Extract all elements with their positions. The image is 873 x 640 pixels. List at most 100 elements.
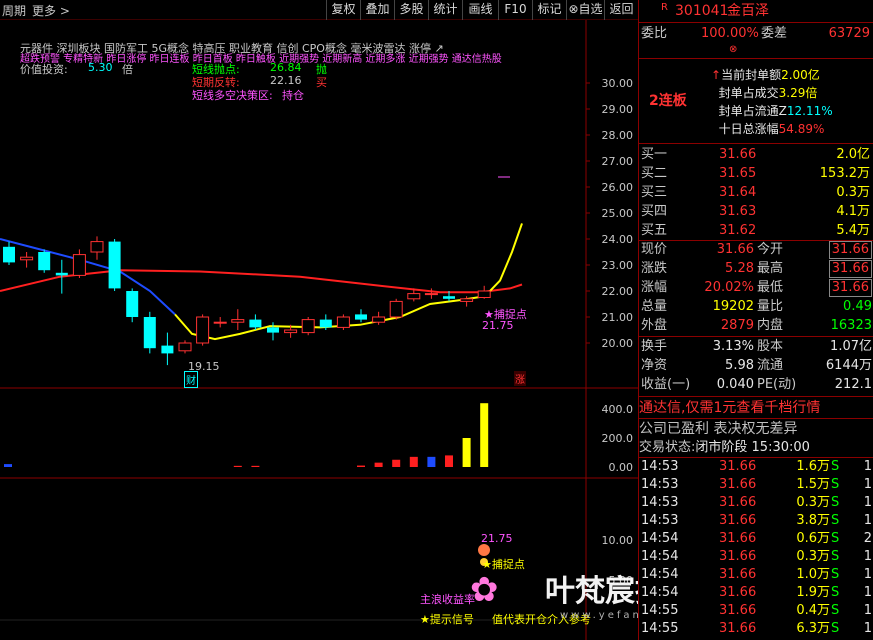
kline-svg: 30.00 29.00 28.00 27.00 26.00 25.00 24.00 23.00… <box>0 20 638 640</box>
tick-row[interactable]: 14:53 31.66 1.6万 S 1 <box>639 458 873 476</box>
candle-body <box>301 319 315 334</box>
tick-price: 31.66 <box>719 567 757 582</box>
board-info-row: 封单占成交3.29倍 <box>711 84 833 102</box>
fuquan-button[interactable]: 复权 <box>326 0 360 20</box>
fund-value: 212.1 <box>834 377 872 392</box>
buy-price: 31.66 <box>719 147 757 162</box>
buy-row[interactable]: 买三 31.64 0.3万 <box>639 184 873 202</box>
candle-body <box>477 290 491 298</box>
tick-side: S <box>831 477 840 492</box>
board-info-value: 3.29倍 <box>778 86 818 100</box>
r-marker: R <box>661 2 668 13</box>
multi-stock-button[interactable]: 多股 <box>394 0 428 20</box>
ad-link[interactable]: 通达信,仅需1元查看千档行情 <box>639 399 873 417</box>
volume-bar <box>374 462 383 467</box>
quote-label: 外盘 <box>641 318 668 333</box>
stock-header[interactable]: R 301041 金百泽 <box>639 2 873 20</box>
quote-row: 涨跌 5.28 最高 31.66 <box>639 260 873 278</box>
volume-bar <box>409 456 418 467</box>
buy-row[interactable]: 买四 31.63 4.1万 <box>639 203 873 221</box>
tick-volume: 1.6万 <box>796 459 830 474</box>
volume-tick-label: 0.00 <box>609 461 634 474</box>
volume-tick-label: 400.0 <box>602 403 634 416</box>
buy-row[interactable]: 买五 31.62 5.4万 <box>639 222 873 240</box>
add-watchlist-button[interactable]: ⊗自选 <box>566 0 604 20</box>
fund-row: 换手 3.13% 股本 1.07亿 <box>639 338 873 356</box>
value-invest-unit: 倍 <box>122 63 133 76</box>
board-info-value: 12.11% <box>786 104 833 118</box>
ind-signal-dot <box>478 544 490 556</box>
tick-row[interactable]: 14:55 31.66 0.4万 S 1 <box>639 602 873 620</box>
fund-value: 1.07亿 <box>830 339 872 354</box>
cai-badge[interactable]: 财 <box>184 371 198 388</box>
axis-ticks: 30.00 29.00 28.00 27.00 26.00 25.00 24.00 23.00… <box>586 77 633 587</box>
board-info: ↑当前封单额2.00亿 封单占成交3.29倍 封单占流通Z12.11% 十日总涨… <box>711 66 833 138</box>
board-info-row: ↑当前封单额2.00亿 <box>711 66 833 84</box>
tick-row[interactable]: 14:53 31.66 1.5万 S 1 <box>639 476 873 494</box>
quote-row: 现价 31.66 今开 31.66 <box>639 241 873 259</box>
more-menu[interactable]: 更多 > <box>32 2 70 19</box>
tick-row[interactable]: 14:55 31.66 6.3万 S 1 <box>639 620 873 638</box>
back-button[interactable]: 返回 <box>604 0 638 20</box>
tick-row[interactable]: 14:54 31.66 0.6万 S 2 <box>639 530 873 548</box>
price-tick-label: 23.00 <box>602 259 634 272</box>
tick-count: 1 <box>863 459 872 474</box>
tick-volume: 1.9万 <box>796 585 830 600</box>
tick-volume: 0.3万 <box>796 549 830 564</box>
candle-body <box>38 252 51 271</box>
tick-row[interactable]: 14:54 31.66 1.9万 S 1 <box>639 584 873 602</box>
price-tick-label: 30.00 <box>602 77 634 90</box>
tick-price: 31.66 <box>719 459 757 474</box>
fund-value: 3.13% <box>712 339 754 354</box>
mark-button[interactable]: 标记 <box>532 0 566 20</box>
tick-price: 31.66 <box>719 585 757 600</box>
buy-label: 买三 <box>641 185 668 200</box>
period-menu[interactable]: 周期 <box>2 2 26 19</box>
buy-row[interactable]: 买一 31.66 2.0亿 <box>639 146 873 164</box>
board-info-label: 当前封单额 <box>721 68 782 82</box>
short-buy-value: 22.16 <box>270 74 302 87</box>
draw-line-button[interactable]: 画线 <box>462 0 498 20</box>
tick-time: 14:55 <box>641 603 679 618</box>
price-tick-label: 27.00 <box>602 155 634 168</box>
buy-row[interactable]: 买二 31.65 153.2万 <box>639 165 873 183</box>
ma-down-line <box>0 238 176 316</box>
tick-row[interactable]: 14:54 31.66 1.0万 S 1 <box>639 566 873 584</box>
tick-side: S <box>831 495 840 510</box>
indicator-tick-label: 10.00 <box>602 534 634 547</box>
overlay-button[interactable]: 叠加 <box>360 0 394 20</box>
kline-chart[interactable]: 30.00 29.00 28.00 27.00 26.00 25.00 24.00 23.00… <box>0 20 785 640</box>
volume-bar <box>357 465 365 467</box>
chevron-down-icon[interactable]: ⊗ <box>729 44 737 55</box>
stats-button[interactable]: 统计 <box>428 0 462 20</box>
tick-row[interactable]: 14:54 31.66 0.3万 S 1 <box>639 548 873 566</box>
candle-body <box>108 241 121 289</box>
candle-body <box>407 293 421 300</box>
candle-body <box>196 316 210 344</box>
candle-body <box>249 319 262 328</box>
quote-value: 0.49 <box>843 299 872 314</box>
price-tick-label: 24.00 <box>602 233 634 246</box>
price-tick-label: 28.00 <box>602 129 634 142</box>
price-tick-label: 22.00 <box>602 285 634 298</box>
quote-value: 20.02% <box>704 280 754 295</box>
volume-bar <box>427 456 436 467</box>
tick-time: 14:53 <box>641 477 679 492</box>
fund-row: 净资 5.98 流通 6144万 <box>639 357 873 375</box>
tick-row[interactable]: 14:53 31.66 0.3万 S 1 <box>639 494 873 512</box>
short-buy-action: 买 <box>316 76 327 89</box>
tick-price: 31.66 <box>719 549 757 564</box>
tick-side: S <box>831 585 840 600</box>
tick-volume: 6.3万 <box>796 621 830 636</box>
f10-button[interactable]: F10 <box>498 0 532 20</box>
volume-bar <box>445 455 453 467</box>
tick-row[interactable]: 14:53 31.66 3.8万 S 1 <box>639 512 873 530</box>
tick-count: 1 <box>863 621 872 636</box>
buy-volume: 0.3万 <box>836 185 870 200</box>
weibi-row: 委比 100.00% 委差 63729 <box>641 26 870 41</box>
tick-time: 14:53 <box>641 459 679 474</box>
tick-side: S <box>831 549 840 564</box>
zhang-badge[interactable]: 涨 <box>514 371 526 386</box>
volume-bar <box>392 459 401 467</box>
tick-count: 1 <box>863 567 872 582</box>
